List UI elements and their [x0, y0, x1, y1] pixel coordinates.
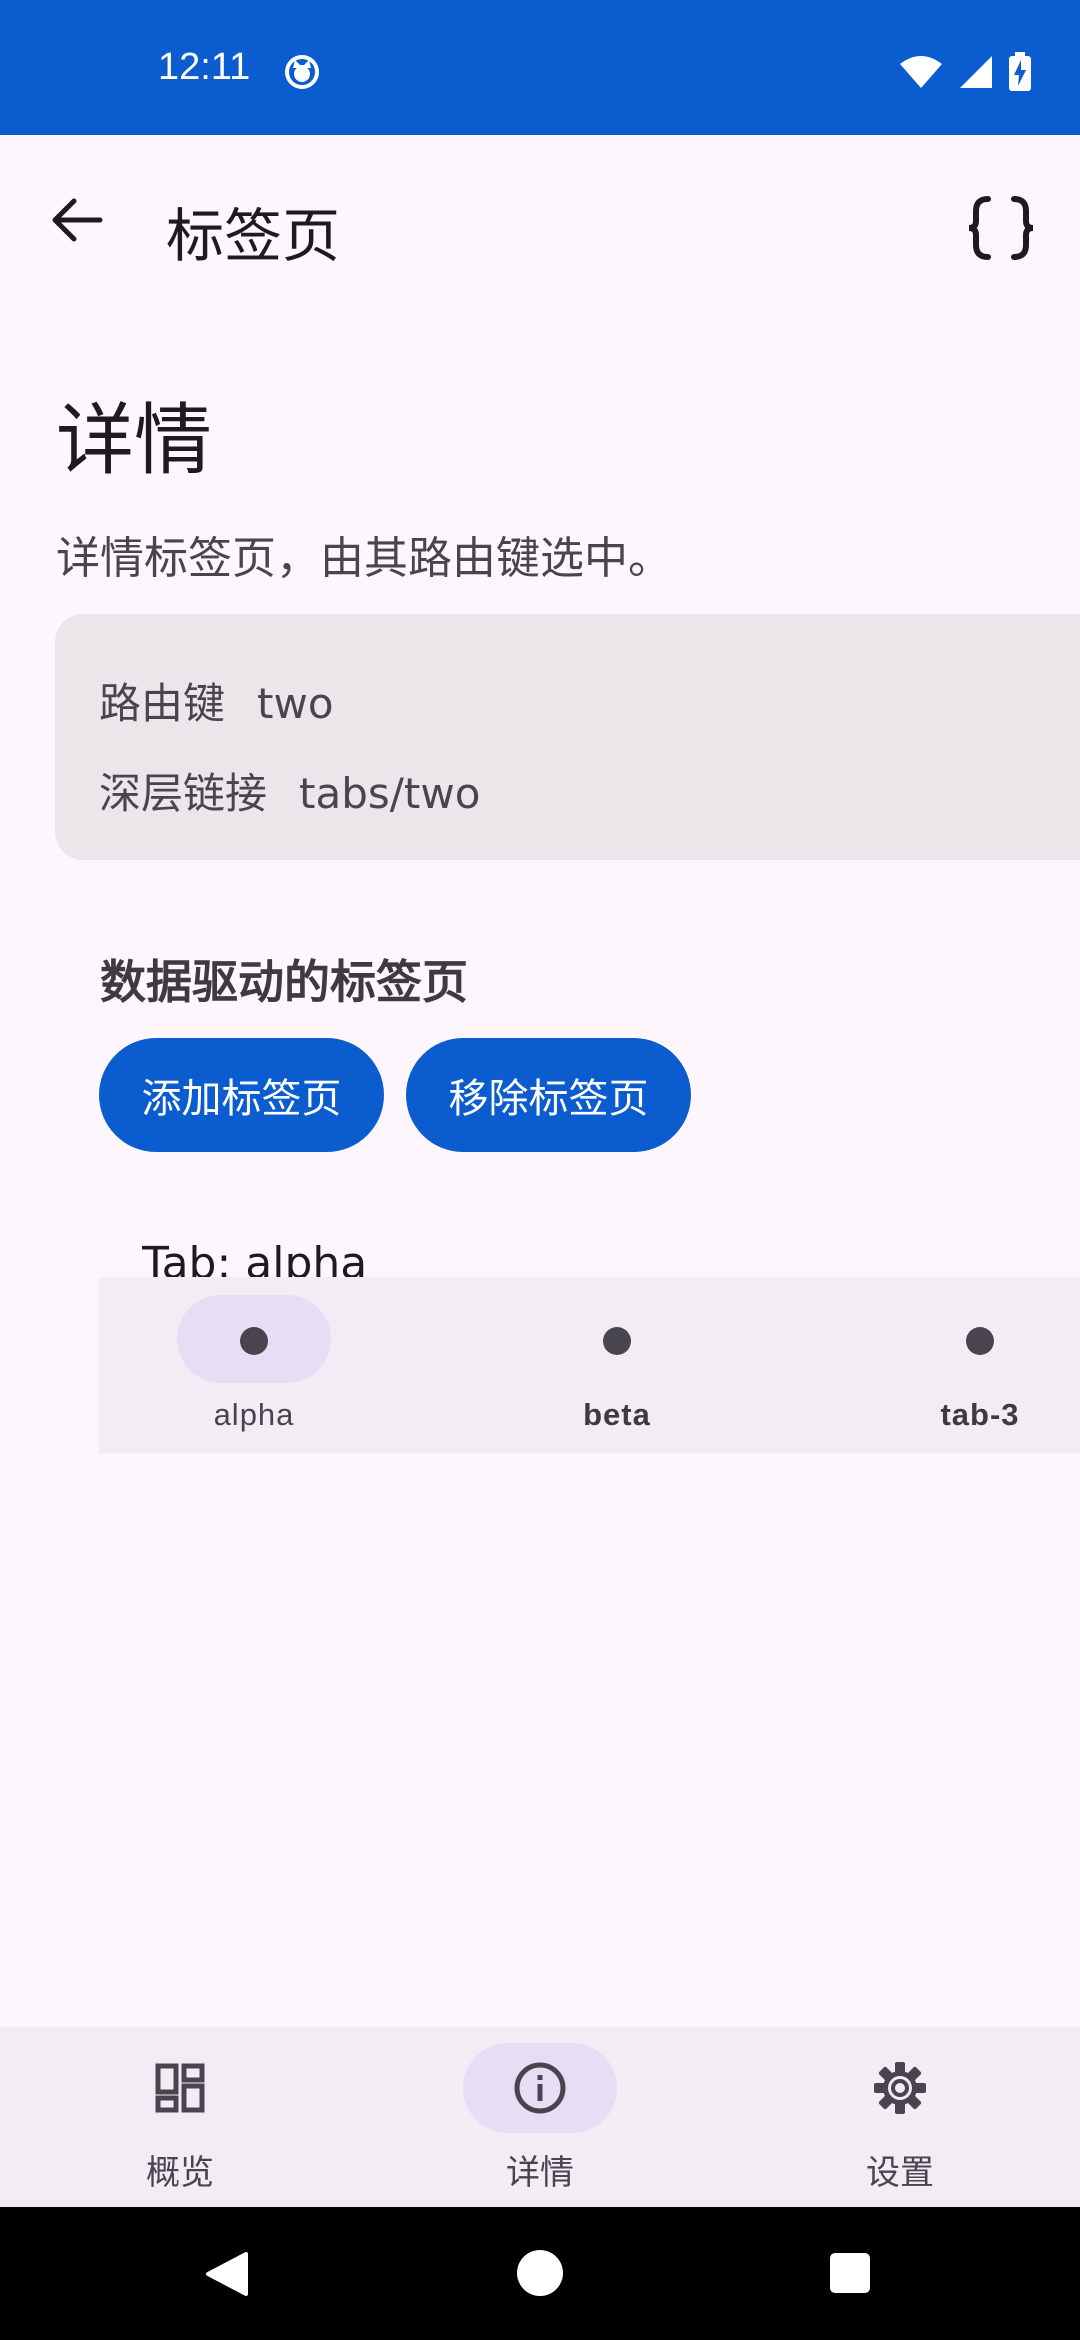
- data-tab-bar: alpha beta tab-3: [99, 1277, 1080, 1453]
- system-back-icon[interactable]: [204, 2250, 250, 2298]
- remove-tab-button[interactable]: 移除标签页: [406, 1038, 691, 1152]
- battery-charging-icon: [1009, 52, 1031, 91]
- system-recents-icon[interactable]: [829, 2252, 871, 2294]
- back-button[interactable]: [42, 185, 112, 255]
- tab-3[interactable]: tab-3: [855, 1277, 1080, 1453]
- settings-icon: [874, 2062, 926, 2114]
- system-navigation-bar: [0, 2207, 1080, 2340]
- wifi-icon: [900, 56, 942, 88]
- nav-label: 详情: [506, 2153, 574, 2193]
- route-key-value: two: [257, 679, 334, 728]
- deep-link-row: 深层链接 tabs/two: [99, 760, 480, 821]
- nav-label: 概览: [146, 2153, 214, 2193]
- info-icon: [514, 2062, 566, 2114]
- route-key-label: 路由键: [99, 679, 226, 728]
- dot-icon: [240, 1327, 268, 1355]
- nav-item-overview[interactable]: 概览: [0, 2027, 360, 2207]
- page-heading: 详情: [56, 396, 213, 486]
- tab-beta[interactable]: beta: [492, 1277, 742, 1453]
- status-icons: [898, 52, 1032, 92]
- system-home-icon[interactable]: [516, 2249, 564, 2297]
- app-bar-title: 标签页: [166, 202, 341, 270]
- status-time: 12:11: [158, 46, 251, 88]
- tab-content-area: Tab: alpha: [142, 1232, 942, 1278]
- dot-icon: [603, 1327, 631, 1355]
- page-description: 详情标签页，由其路由键选中。: [56, 533, 672, 584]
- code-button[interactable]: [962, 189, 1040, 267]
- notification-cat-icon: [284, 54, 320, 94]
- tab-alpha[interactable]: alpha: [129, 1277, 379, 1453]
- tab-label: tab-3: [940, 1397, 1020, 1432]
- tab-label: alpha: [213, 1397, 295, 1432]
- nav-item-settings[interactable]: 设置: [720, 2027, 1080, 2207]
- section-title: 数据驱动的标签页: [100, 955, 468, 1009]
- top-app-bar: 标签页: [0, 135, 1080, 315]
- tab-label: beta: [583, 1397, 651, 1432]
- status-bar: 12:11: [0, 0, 1080, 135]
- arrow-back-icon: [52, 198, 103, 242]
- route-key-row: 路由键 two: [99, 670, 334, 731]
- tab-content-text: Tab: alpha: [142, 1238, 368, 1278]
- nav-label: 设置: [866, 2153, 934, 2193]
- cell-signal-icon: [960, 56, 992, 88]
- code-braces-icon: [968, 196, 1034, 260]
- deep-link-value: tabs/two: [299, 769, 481, 818]
- dot-icon: [966, 1327, 994, 1355]
- deep-link-label: 深层链接: [99, 769, 268, 818]
- nav-item-details[interactable]: 详情: [360, 2027, 720, 2207]
- add-tab-button[interactable]: 添加标签页: [99, 1038, 384, 1152]
- bottom-navigation: 概览 详情 设置: [0, 2027, 1080, 2207]
- route-info-card: 路由键 two 深层链接 tabs/two: [55, 614, 1080, 860]
- dashboard-icon: [155, 2063, 205, 2113]
